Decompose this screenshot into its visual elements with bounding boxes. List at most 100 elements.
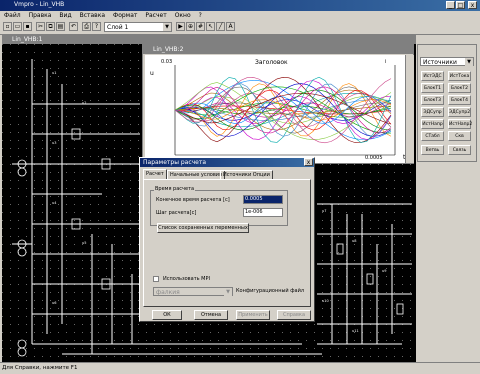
- palette-category-value: Источники: [423, 59, 457, 66]
- help-button[interactable]: Справка: [277, 310, 311, 320]
- app-title-bar: Vmpro - Lin_VHB _ □ x: [0, 0, 480, 11]
- palette-item[interactable]: Ветвь: [421, 145, 444, 155]
- y-axis-label: u: [150, 70, 154, 77]
- open-icon[interactable]: ▭: [13, 22, 22, 31]
- maximize-button[interactable]: □: [456, 1, 465, 9]
- graph-scrollbar[interactable]: [405, 55, 414, 163]
- close-button[interactable]: x: [468, 1, 477, 9]
- tab-panel: Время расчета Конечное время расчета [с]…: [143, 179, 311, 307]
- mpi-checkbox[interactable]: [153, 276, 159, 282]
- config-file-value: фалкия: [156, 289, 180, 296]
- x-right-tick: 0.0005: [365, 155, 383, 161]
- palette-category-combo[interactable]: Источники ▼: [420, 57, 474, 66]
- palette-item[interactable]: БлокТ2: [448, 83, 471, 93]
- dialog-title: Параметры расчета: [143, 159, 207, 166]
- toolbar: ▫ ▭ ▪ ✂ ⧉ ▤ ↶ ⎙ ? Слой 1 ▼ ▶ ⊕ # ↖ ╱ A: [0, 20, 480, 35]
- mpi-checkbox-label: Использовать MPI: [163, 276, 210, 282]
- apply-button[interactable]: Применить: [236, 310, 270, 320]
- calc-params-dialog: Параметры расчета x Расчет Начальные усл…: [139, 157, 315, 322]
- step-input[interactable]: 1e-006: [243, 208, 283, 217]
- schematic-title-bar: Lin_VHB:1: [2, 35, 416, 44]
- palette-item[interactable]: ЭДСупр2: [448, 107, 471, 117]
- undo-icon[interactable]: ↶: [69, 22, 78, 31]
- svg-text:u11: u11: [352, 329, 359, 333]
- cancel-button[interactable]: Отмена: [194, 310, 228, 320]
- svg-text:u9: u9: [382, 269, 386, 273]
- status-text: Для Справки, нажмите F1: [2, 365, 78, 371]
- new-icon[interactable]: ▫: [3, 22, 12, 31]
- saved-vars-button[interactable]: Список сохраненных переменных: [157, 223, 249, 233]
- svg-text:u2: u2: [82, 101, 86, 105]
- graph-plot[interactable]: Заголовок u 0.03 i t 0.0005: [145, 55, 411, 163]
- svg-text:u8: u8: [352, 239, 356, 243]
- end-time-label: Конечное время расчета [с]: [156, 197, 230, 203]
- menu-view[interactable]: Вид: [55, 11, 75, 20]
- run-icon[interactable]: ▶: [176, 22, 185, 31]
- grid-icon[interactable]: #: [196, 22, 205, 31]
- layer-combo[interactable]: Слой 1 ▼: [104, 22, 172, 32]
- help-icon[interactable]: ?: [92, 22, 101, 31]
- y-top-tick: 0.03: [161, 59, 172, 65]
- config-file-label: Конфигурационный файл: [236, 288, 305, 294]
- palette-item[interactable]: БлокТ3: [421, 95, 444, 105]
- tab-source-options[interactable]: Источники Опции: [220, 170, 273, 179]
- zoom-icon[interactable]: ⊕: [186, 22, 195, 31]
- menu-format[interactable]: Формат: [109, 11, 141, 20]
- svg-text:u6: u6: [52, 301, 56, 305]
- status-bar: Для Справки, нажмите F1: [0, 362, 480, 374]
- menu-edit[interactable]: Правка: [25, 11, 56, 20]
- menu-help[interactable]: ?: [195, 11, 206, 20]
- palette-item[interactable]: ИстНапр: [421, 119, 444, 129]
- save-icon[interactable]: ▪: [23, 22, 32, 31]
- svg-text:u7: u7: [322, 209, 326, 213]
- wire-icon[interactable]: ╱: [216, 22, 225, 31]
- dialog-title-bar: Параметры расчета x: [140, 158, 314, 167]
- graph-window: Lin_VHB:2 Заголовок u 0.03 i t 0.0005: [142, 44, 414, 164]
- layer-combo-value: Слой 1: [107, 24, 129, 31]
- minimize-button[interactable]: _: [446, 1, 455, 9]
- svg-text:u10: u10: [322, 299, 329, 303]
- chart-title: Заголовок: [255, 59, 288, 66]
- paste-icon[interactable]: ▤: [56, 22, 65, 31]
- chevron-down-icon[interactable]: ▼: [163, 23, 171, 31]
- palette-item[interactable]: СТабл: [421, 131, 444, 141]
- menu-file[interactable]: Файл: [0, 11, 25, 20]
- end-time-input[interactable]: 0.0005: [243, 195, 283, 204]
- graph-title-bar: Lin_VHB:2: [143, 45, 413, 54]
- config-file-combo[interactable]: фалкия ▼: [153, 287, 233, 296]
- cut-icon[interactable]: ✂: [36, 22, 45, 31]
- svg-text:u5: u5: [82, 241, 86, 245]
- svg-text:u3: u3: [52, 141, 56, 145]
- menu-window[interactable]: Окно: [171, 11, 195, 20]
- dialog-close-button[interactable]: x: [304, 158, 313, 166]
- tab-calc[interactable]: Расчет: [143, 169, 167, 179]
- graph-window-title: Lin_VHB:2: [153, 46, 184, 53]
- chevron-down-icon[interactable]: ▼: [465, 58, 473, 66]
- element-palette: Источники ▼ ИстЭДС ИстТока БлокТ1 БлокТ2…: [417, 44, 477, 162]
- text-icon[interactable]: A: [226, 22, 235, 31]
- palette-item[interactable]: БлокТ1: [421, 83, 444, 93]
- step-label: Шаг расчета[с]: [156, 210, 197, 216]
- menu-bar: Файл Правка Вид Вставка Формат Расчет Окно?: [0, 11, 480, 20]
- palette-item[interactable]: ИстТока: [448, 71, 471, 81]
- tab-initial-conditions[interactable]: Начальные условия: [167, 170, 226, 179]
- pointer-icon[interactable]: ↖: [206, 22, 215, 31]
- palette-item[interactable]: ИстНапр2: [448, 119, 472, 129]
- chevron-down-icon[interactable]: ▼: [224, 288, 232, 296]
- schematic-title: Lin_VHB:1: [12, 36, 43, 43]
- calc-time-group-label: Время расчета: [154, 186, 196, 192]
- copy-icon[interactable]: ⧉: [46, 22, 55, 31]
- palette-item[interactable]: ЭДСупр: [421, 107, 444, 117]
- right-top-label: i: [385, 59, 386, 65]
- print-icon[interactable]: ⎙: [82, 22, 91, 31]
- menu-insert[interactable]: Вставка: [76, 11, 109, 20]
- svg-text:u1: u1: [52, 71, 56, 75]
- palette-item[interactable]: Скв: [448, 131, 471, 141]
- palette-item[interactable]: ИстЭДС: [421, 71, 444, 81]
- menu-calc[interactable]: Расчет: [141, 11, 170, 20]
- svg-text:u4: u4: [52, 201, 57, 205]
- app-title: Vmpro - Lin_VHB: [14, 1, 65, 8]
- palette-item[interactable]: Связь: [448, 145, 471, 155]
- ok-button[interactable]: ОК: [152, 310, 182, 320]
- palette-item[interactable]: БлокТ4: [448, 95, 471, 105]
